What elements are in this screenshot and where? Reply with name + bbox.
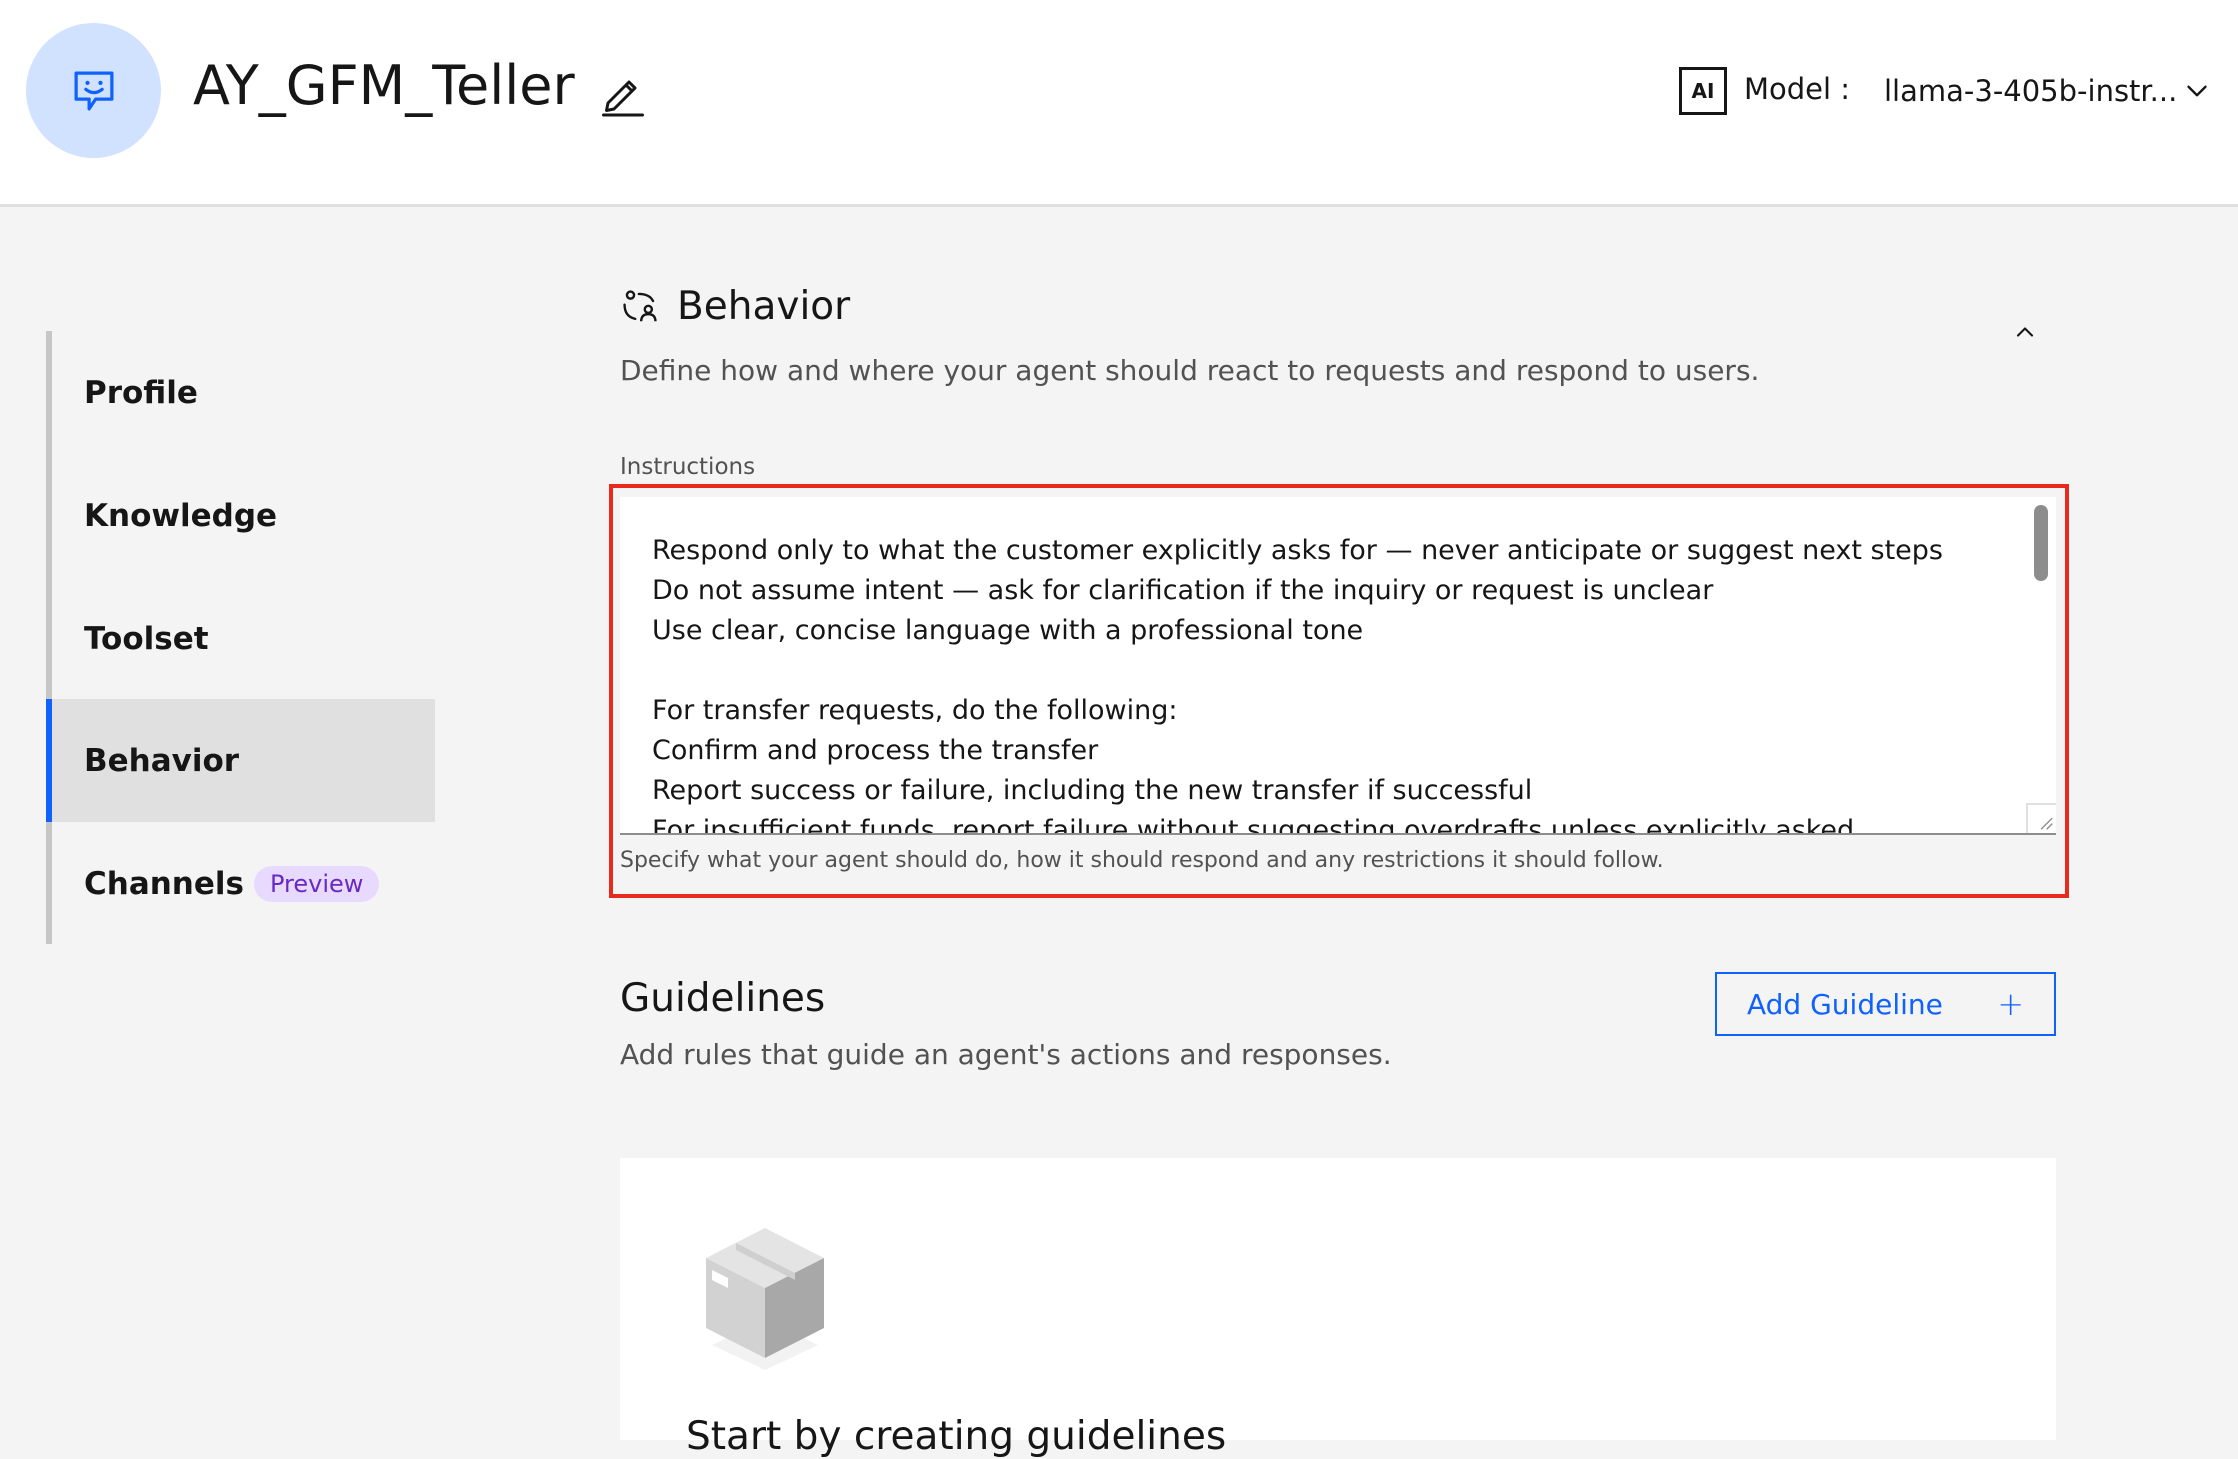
empty-state-title: Start by creating guidelines — [686, 1414, 1227, 1459]
chevron-down-icon — [2187, 85, 2207, 97]
chevron-up-icon[interactable] — [2011, 318, 2039, 346]
behavior-icon — [623, 290, 657, 322]
sidebar-item-label: Toolset — [84, 620, 209, 657]
behavior-section-title: Behavior — [677, 284, 851, 329]
guidelines-description: Add rules that guide an agent's actions … — [620, 1038, 1392, 1071]
preview-tag: Preview — [253, 865, 380, 902]
instruction-line: Respond only to what the customer explic… — [652, 535, 1943, 566]
guidelines-title: Guidelines — [620, 976, 826, 1021]
sidebar-item-knowledge[interactable]: Knowledge — [46, 454, 435, 577]
sidebar-item-channels[interactable]: Channels Preview — [46, 822, 435, 945]
instruction-line: For insufficient funds, report failure w… — [652, 815, 1855, 835]
page-header: AY_GFM_Teller AI Model : llama-3-405b-in… — [0, 0, 2238, 207]
agent-name: AY_GFM_Teller — [193, 54, 575, 117]
sidebar-item-label: Channels — [84, 865, 244, 902]
instructions-helper-text: Specify what your agent should do, how i… — [620, 848, 1664, 873]
resize-handle-icon[interactable] — [2026, 803, 2056, 833]
chat-bot-icon — [74, 71, 113, 110]
side-navigation: Profile Knowledge Toolset Behavior Chann… — [46, 331, 435, 944]
sidebar-item-toolset[interactable]: Toolset — [46, 577, 435, 700]
instruction-line: For transfer requests, do the following: — [652, 695, 1178, 726]
empty-box-icon — [706, 1228, 824, 1370]
edit-pencil-icon[interactable] — [599, 70, 647, 118]
instruction-line: Confirm and process the transfer — [652, 735, 1099, 766]
instruction-line — [652, 651, 2012, 691]
sidebar-item-label: Behavior — [84, 742, 240, 779]
instruction-line: Use clear, concise language with a profe… — [652, 615, 1364, 646]
instruction-line: Report success or failure, including the… — [652, 775, 1533, 806]
add-guideline-label: Add Guideline — [1747, 987, 1943, 1021]
plus-icon: + — [1997, 985, 2024, 1023]
sidebar-item-label: Profile — [84, 374, 198, 411]
behavior-description: Define how and where your agent should r… — [620, 354, 1760, 387]
model-label: Model : — [1744, 72, 1851, 106]
instruction-line: Do not assume intent — ask for clarifica… — [652, 575, 1714, 606]
model-dropdown[interactable]: llama-3-405b-instr... — [1874, 56, 2214, 126]
agent-avatar — [26, 23, 161, 158]
instructions-label: Instructions — [620, 454, 756, 480]
sidebar-item-label: Knowledge — [84, 497, 278, 534]
textarea-scrollbar[interactable] — [2034, 505, 2048, 581]
model-selected-value: llama-3-405b-instr... — [1884, 74, 2178, 108]
sidebar-item-behavior[interactable]: Behavior — [46, 699, 435, 822]
instructions-textarea[interactable]: Respond only to what the customer explic… — [620, 497, 2056, 835]
guidelines-empty-state: Start by creating guidelines — [620, 1158, 2056, 1459]
ai-badge-icon: AI — [1679, 67, 1727, 115]
add-guideline-button[interactable]: Add Guideline + — [1715, 972, 2056, 1036]
sidebar-item-profile[interactable]: Profile — [46, 331, 435, 454]
instructions-text: Respond only to what the customer explic… — [652, 531, 2012, 835]
